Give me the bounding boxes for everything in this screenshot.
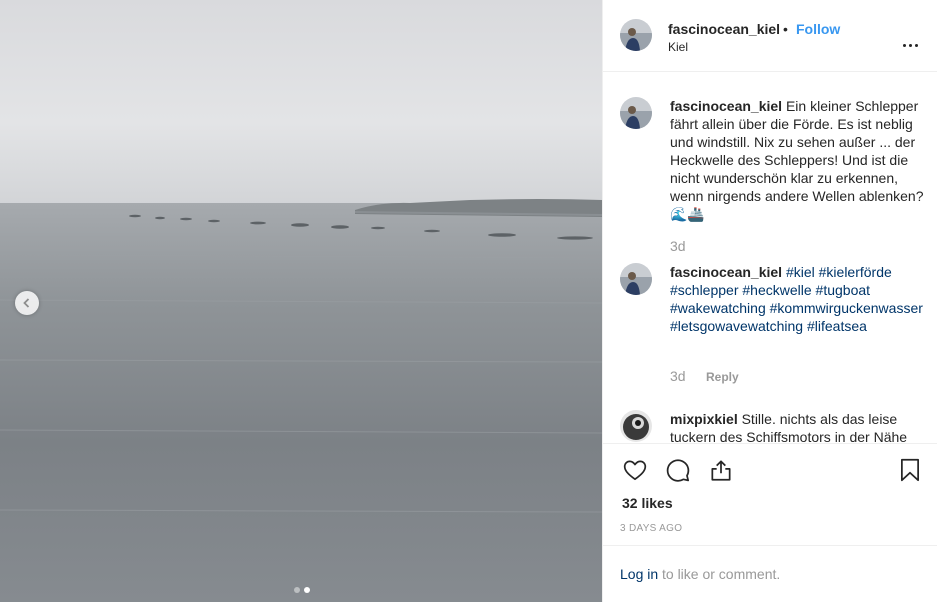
- share-icon[interactable]: [708, 457, 734, 488]
- post-photo[interactable]: [0, 0, 602, 602]
- carousel-dot-active: [304, 587, 310, 593]
- commenter-avatar[interactable]: [620, 97, 652, 129]
- carousel-indicator: [294, 580, 314, 593]
- comment-text: Ein kleiner Schlepper fährt allein über …: [670, 98, 924, 222]
- hashtag-link[interactable]: #wakewatching: [670, 300, 766, 316]
- hashtag-link[interactable]: #letsgowavewatching: [670, 318, 803, 334]
- caption-comment: fascinocean_kiel Ein kleiner Schlepper f…: [670, 97, 928, 223]
- login-prompt-text: to like or comment.: [662, 566, 781, 582]
- instagram-post-view: fascinocean_kiel • Follow Kiel fascinoce…: [0, 0, 937, 602]
- comment-username[interactable]: fascinocean_kiel: [670, 98, 782, 114]
- comments-list[interactable]: fascinocean_kiel Ein kleiner Schlepper f…: [603, 73, 937, 443]
- hashtag-link[interactable]: #kielerförde: [819, 264, 892, 280]
- comment-icon[interactable]: [665, 457, 691, 488]
- post-date[interactable]: 3 DAYS AGO: [620, 523, 682, 534]
- hashtag-link[interactable]: #heckwelle: [742, 282, 811, 298]
- author-avatar[interactable]: [620, 19, 652, 51]
- commenter-avatar[interactable]: [620, 263, 652, 295]
- previous-slide-button[interactable]: [15, 291, 39, 315]
- post-header: fascinocean_kiel • Follow Kiel: [603, 0, 937, 72]
- comment-time[interactable]: 3d: [670, 368, 686, 384]
- likes-count[interactable]: 32 likes: [622, 495, 673, 511]
- header-separator: •: [783, 21, 788, 37]
- hashtag-link[interactable]: #schlepper: [670, 282, 739, 298]
- hashtag-link[interactable]: #tugboat: [816, 282, 871, 298]
- post-location[interactable]: Kiel: [668, 40, 688, 54]
- follow-button[interactable]: Follow: [796, 21, 840, 37]
- heart-icon[interactable]: [622, 457, 648, 488]
- comment-footer: Log in to like or comment.: [603, 545, 937, 602]
- comment-username[interactable]: fascinocean_kiel: [670, 264, 782, 280]
- carousel-dot: [294, 587, 300, 593]
- commenter-avatar[interactable]: [620, 410, 652, 442]
- reply-button[interactable]: Reply: [706, 370, 739, 384]
- action-bar: [603, 443, 937, 491]
- more-options-icon[interactable]: [903, 34, 921, 52]
- hashtag-link[interactable]: #kommwirguckenwasser: [770, 300, 923, 316]
- chevron-left-icon: [23, 298, 30, 308]
- hashtag-link[interactable]: #kiel: [786, 264, 815, 280]
- user-comment: mixpixkiel Stille. nichts als das leise …: [670, 410, 928, 443]
- comment-username[interactable]: mixpixkiel: [670, 411, 738, 427]
- post-sidebar: fascinocean_kiel • Follow Kiel fascinoce…: [602, 0, 937, 602]
- author-username[interactable]: fascinocean_kiel: [668, 21, 780, 37]
- hashtag-link[interactable]: #lifeatsea: [807, 318, 867, 334]
- foggy-sea-image: [0, 0, 602, 602]
- login-link[interactable]: Log in: [620, 566, 658, 582]
- hashtag-comment: fascinocean_kiel #kiel #kielerförde #sch…: [670, 263, 928, 335]
- bookmark-icon[interactable]: [897, 457, 923, 488]
- comment-time[interactable]: 3d: [670, 238, 686, 254]
